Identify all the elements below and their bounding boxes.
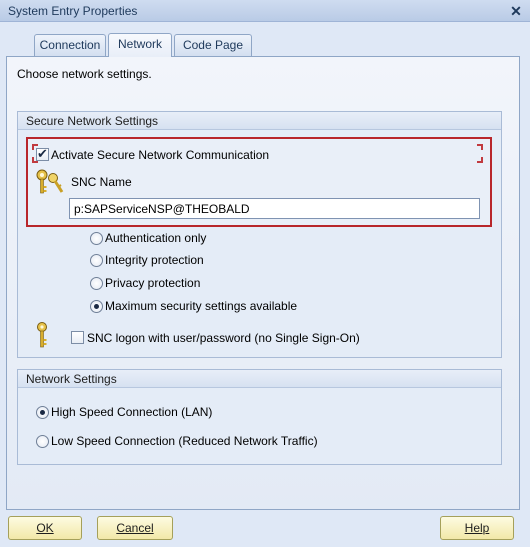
help-button[interactable]: Help xyxy=(440,516,514,540)
tab-code-page[interactable]: Code Page xyxy=(174,34,252,56)
snc-logon-label: SNC logon with user/password (no Single … xyxy=(87,331,360,345)
radio-integrity-protection[interactable] xyxy=(90,254,103,267)
focus-corner-br xyxy=(477,157,483,163)
radio-privacy-protection-label: Privacy protection xyxy=(105,276,201,290)
radio-maximum-security-label: Maximum security settings available xyxy=(105,299,298,313)
radio-authentication-only[interactable] xyxy=(90,232,103,245)
radio-high-speed[interactable] xyxy=(36,406,49,419)
radio-privacy-protection[interactable] xyxy=(90,277,103,290)
secure-network-title: Secure Network Settings xyxy=(26,114,159,128)
window-title: System Entry Properties xyxy=(8,4,138,18)
tab-connection[interactable]: Connection xyxy=(34,34,106,56)
radio-maximum-security[interactable] xyxy=(90,300,103,313)
focus-corner-tr xyxy=(477,144,483,150)
help-button-label: Help xyxy=(464,521,490,535)
key-icon xyxy=(37,322,47,348)
radio-integrity-protection-label: Integrity protection xyxy=(105,253,204,267)
radio-authentication-only-label: Authentication only xyxy=(105,231,207,245)
intro-text: Choose network settings. xyxy=(17,67,152,81)
tab-network[interactable]: Network xyxy=(108,33,172,57)
radio-low-speed-label: Low Speed Connection (Reduced Network Tr… xyxy=(51,434,318,448)
activate-snc-label: Activate Secure Network Communication xyxy=(51,148,270,162)
snc-name-input[interactable] xyxy=(69,198,480,219)
network-settings-title: Network Settings xyxy=(26,372,117,386)
title-bar: System Entry Properties ✕ xyxy=(0,0,530,22)
keys-icon xyxy=(36,169,64,194)
network-settings-header: Network Settings xyxy=(18,370,501,388)
activate-snc-checkbox[interactable] xyxy=(36,146,49,162)
ok-button[interactable]: OK xyxy=(8,516,82,540)
close-icon[interactable]: ✕ xyxy=(508,3,524,19)
snc-logon-checkbox[interactable] xyxy=(71,331,84,344)
cancel-button[interactable]: Cancel xyxy=(97,516,173,540)
snc-name-label: SNC Name xyxy=(71,175,132,189)
secure-network-header: Secure Network Settings xyxy=(18,112,501,130)
cancel-button-label: Cancel xyxy=(116,521,154,535)
radio-low-speed[interactable] xyxy=(36,435,49,448)
radio-high-speed-label: High Speed Connection (LAN) xyxy=(51,405,213,419)
ok-button-label: OK xyxy=(36,521,54,535)
